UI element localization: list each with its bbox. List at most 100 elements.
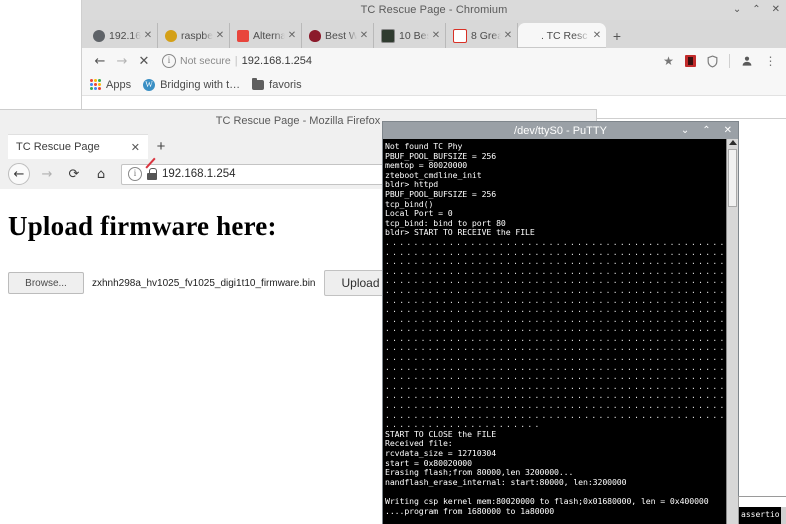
minimize-icon[interactable]: ⌄: [681, 125, 689, 136]
putty-body: Not found TC Phy PBUF_POOL_BUFSIZE = 256 m…: [383, 139, 738, 524]
close-icon[interactable]: ✕: [215, 30, 225, 41]
close-icon[interactable]: ✕: [287, 30, 297, 41]
close-icon[interactable]: ✕: [143, 30, 153, 41]
chromium-tab-2[interactable]: Alternati ✕: [230, 23, 302, 48]
chromium-tab-5[interactable]: 8 Great B ✕: [446, 23, 518, 48]
chromium-window-controls: ⌄ ⌃ ✕: [733, 0, 780, 20]
maximize-icon[interactable]: ⌃: [752, 5, 760, 15]
reload-button[interactable]: ⟳: [64, 164, 84, 184]
desktop: TC Rescue Page - Chromium ⌄ ⌃ ✕ 192.168 …: [0, 0, 786, 524]
window-edge: [739, 497, 786, 507]
broken-lock-icon[interactable]: [145, 157, 157, 180]
minimize-icon[interactable]: ⌄: [733, 5, 741, 15]
close-icon[interactable]: ✕: [592, 30, 602, 41]
home-button[interactable]: ⌂: [91, 164, 111, 184]
bookmark-favoris[interactable]: favoris: [252, 77, 302, 91]
raspberry-icon: [309, 29, 321, 42]
bookmark-apps[interactable]: Apps: [90, 79, 131, 91]
new-tab-button[interactable]: +: [148, 134, 174, 159]
chromium-toolbar: ← → ✕ i Not secure | 192.168.1.254 ★ ⋮: [82, 48, 786, 74]
bookmark-label: favoris: [269, 78, 302, 91]
terminal-output[interactable]: Not found TC Phy PBUF_POOL_BUFSIZE = 256 m…: [383, 139, 727, 524]
chromium-tab-active[interactable]: . TC Resc ✕: [518, 23, 606, 48]
putty-window-title: /dev/ttyS0 - PuTTY: [514, 124, 607, 137]
terminal-progress-dots: ........................................…: [385, 247, 727, 257]
terminal-scrollbar[interactable]: [726, 139, 738, 524]
back-button[interactable]: ←: [8, 163, 30, 185]
close-icon[interactable]: ✕: [131, 141, 140, 154]
stop-button[interactable]: ✕: [134, 51, 154, 71]
browse-button[interactable]: Browse...: [8, 272, 84, 294]
scrollbar[interactable]: [781, 507, 786, 524]
forward-button[interactable]: →: [37, 164, 57, 184]
terminal-progress-dots: ........................................…: [385, 295, 727, 305]
address-bar-url: 192.168.1.254: [241, 55, 312, 67]
firefox-address-bar-url: 192.168.1.254: [162, 168, 236, 180]
toolbar-divider: [729, 54, 730, 68]
terminal-progress-dots: ........................................…: [385, 372, 727, 382]
terminal-progress-dots: ........................................…: [385, 333, 727, 343]
globe-icon: [93, 29, 105, 42]
terminal-progress-dots: ........................................…: [385, 401, 727, 411]
background-terminal-window[interactable]: assertio: [738, 496, 786, 524]
chromium-window: TC Rescue Page - Chromium ⌄ ⌃ ✕ 192.168 …: [82, 0, 786, 118]
chromium-tabstrip: 192.168 ✕ raspberr ✕ Alternati ✕ Best We…: [82, 20, 786, 48]
terminal-progress-dots: ........................................…: [385, 257, 727, 267]
chromium-tab-4[interactable]: 10 Best W ✕: [374, 23, 446, 48]
chrome-menu-icon[interactable]: ⋮: [763, 54, 778, 69]
chromium-tab-label: Best Web: [325, 29, 357, 42]
close-icon[interactable]: ✕: [503, 30, 513, 41]
terminal-progress-dots: ........................................…: [385, 410, 727, 420]
bookmark-star-icon[interactable]: ★: [661, 54, 676, 69]
terminal-progress-dots: ........................................…: [385, 237, 727, 247]
chromium-tab-0[interactable]: 192.168 ✕: [86, 23, 158, 48]
profile-avatar-icon[interactable]: [739, 54, 754, 69]
firefox-window-title: TC Rescue Page - Mozilla Firefox: [215, 115, 381, 127]
selected-file-name: zxhnh298a_hv1025_fv1025_digi1t10_firmwar…: [92, 277, 316, 289]
terminal-progress-dots: ........................................…: [385, 391, 727, 401]
bookmark-label: Bridging with t…: [160, 78, 241, 91]
info-icon[interactable]: i: [128, 167, 142, 181]
chromium-tab-1[interactable]: raspberr ✕: [158, 23, 230, 48]
terminal-progress-dots: ........................................…: [385, 324, 727, 334]
terminal-progress-dots: ........................................…: [385, 276, 727, 286]
close-icon[interactable]: ✕: [431, 30, 441, 41]
terminal-progress-dots: ........................................…: [385, 285, 727, 295]
info-icon[interactable]: i: [162, 54, 176, 68]
putty-window: /dev/ttyS0 - PuTTY ⌄ ⌃ ✕ Not found TC Ph…: [383, 122, 738, 524]
firefox-tab-active[interactable]: TC Rescue Page ✕: [8, 134, 148, 159]
scroll-up-icon[interactable]: [729, 140, 738, 145]
red-book-icon: [453, 28, 467, 43]
chromium-tab-label: raspberr: [181, 29, 213, 42]
folder-icon: [252, 77, 265, 90]
address-bar[interactable]: i Not secure | 192.168.1.254: [162, 51, 653, 71]
shield-icon[interactable]: [705, 54, 720, 69]
chromium-bookmarks-bar: Apps W Bridging with t… favoris: [82, 74, 786, 96]
bookmark-bridging[interactable]: W Bridging with t…: [143, 78, 241, 91]
terminal-line: nandflash_erase_internal: start:80000, l…: [385, 476, 627, 487]
chromium-tab-label: 192.168: [109, 29, 141, 42]
chromium-titlebar: TC Rescue Page - Chromium ⌄ ⌃ ✕: [82, 0, 786, 20]
back-button[interactable]: ←: [90, 51, 110, 71]
terminal-progress-dots: ........................................…: [385, 314, 727, 324]
omnibox-separator: |: [234, 55, 238, 67]
apps-grid-icon: [90, 79, 101, 90]
close-icon[interactable]: ✕: [359, 30, 369, 41]
terminal-line: PBUF_POOL_BUFSIZE = 256: [385, 188, 497, 199]
forward-button[interactable]: →: [112, 51, 132, 71]
maximize-icon[interactable]: ⌃: [702, 125, 710, 136]
raspberry-pi-icon: [165, 29, 177, 42]
close-icon[interactable]: ✕: [724, 125, 732, 136]
scrollbar-thumb[interactable]: [728, 149, 737, 207]
terminal-progress-dots: ........................................…: [385, 305, 727, 315]
close-icon[interactable]: ✕: [772, 5, 780, 15]
security-status-label: Not secure: [180, 55, 231, 67]
alternativeto-icon: [237, 29, 249, 42]
new-tab-button[interactable]: +: [606, 23, 628, 48]
red-extension-icon[interactable]: [685, 55, 696, 67]
chromium-toolbar-actions: ★ ⋮: [655, 54, 778, 69]
chromium-tab-label: 8 Great B: [471, 29, 501, 42]
chromium-window-title: TC Rescue Page - Chromium: [360, 4, 508, 16]
chromium-tab-3[interactable]: Best Web ✕: [302, 23, 374, 48]
putty-window-controls: ⌄ ⌃ ✕: [681, 122, 732, 139]
